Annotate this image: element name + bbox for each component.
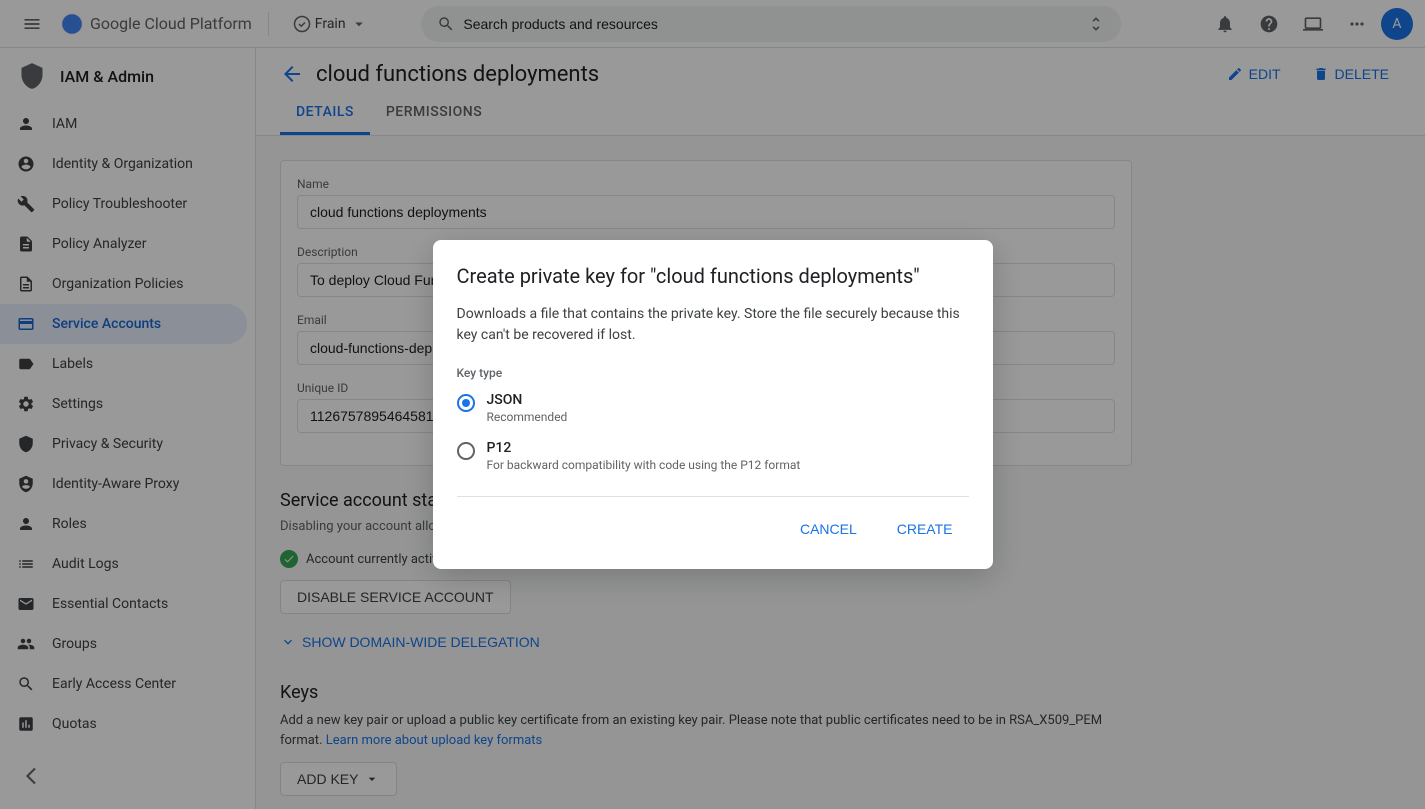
modal-overlay[interactable]: Create private key for "cloud functions … bbox=[0, 0, 1425, 809]
json-radio-button[interactable] bbox=[457, 394, 475, 412]
modal-description: Downloads a file that contains the priva… bbox=[457, 304, 969, 346]
json-option-name: JSON bbox=[487, 392, 568, 408]
modal-actions: CANCEL CREATE bbox=[457, 496, 969, 545]
json-radio-content: JSON Recommended bbox=[487, 392, 568, 424]
create-button[interactable]: CREATE bbox=[881, 513, 969, 545]
p12-option-name: P12 bbox=[487, 440, 801, 456]
p12-radio-button[interactable] bbox=[457, 442, 475, 460]
json-option-tag: Recommended bbox=[487, 410, 568, 424]
json-radio-option[interactable]: JSON Recommended bbox=[457, 392, 969, 424]
cancel-button[interactable]: CANCEL bbox=[784, 513, 873, 545]
p12-radio-option[interactable]: P12 For backward compatibility with code… bbox=[457, 440, 969, 472]
modal-title: Create private key for "cloud functions … bbox=[457, 264, 969, 288]
p12-radio-content: P12 For backward compatibility with code… bbox=[487, 440, 801, 472]
p12-option-desc: For backward compatibility with code usi… bbox=[487, 458, 801, 472]
key-type-label: Key type bbox=[457, 366, 969, 380]
create-private-key-modal: Create private key for "cloud functions … bbox=[433, 240, 993, 569]
